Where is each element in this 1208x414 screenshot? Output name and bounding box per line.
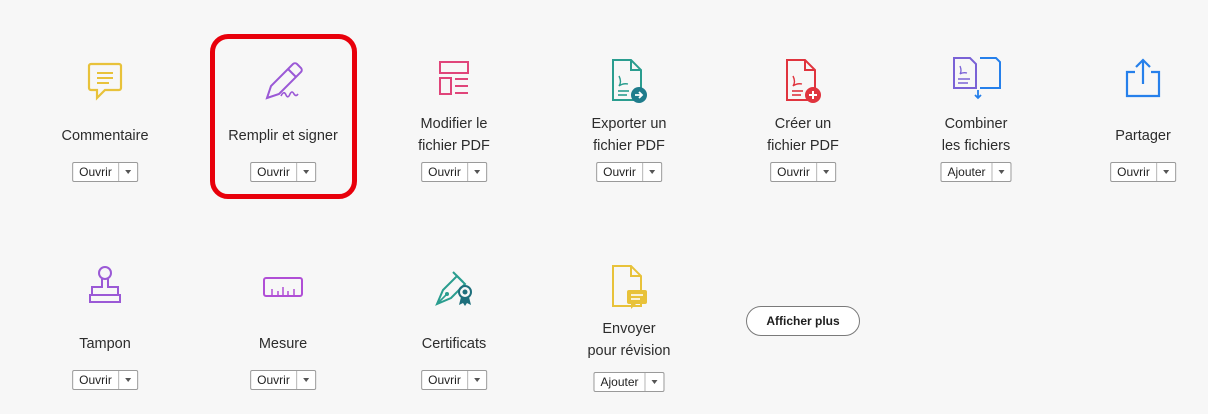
open-button[interactable]: Ouvrir: [597, 163, 642, 181]
tool-label: Commentaire: [61, 128, 149, 144]
open-dropdown[interactable]: Ouvrir: [1110, 162, 1176, 182]
chevron-down-icon[interactable]: [644, 373, 664, 391]
open-button[interactable]: Ouvrir: [771, 163, 816, 181]
comment-icon: [40, 60, 170, 108]
certificates-icon: [389, 264, 519, 312]
tool-label: Exporter un fichier PDF: [591, 116, 667, 154]
highlight-outline: [210, 34, 357, 199]
tool-label: Certificats: [421, 336, 487, 352]
open-dropdown[interactable]: Ouvrir: [72, 370, 138, 390]
chevron-down-icon[interactable]: [466, 163, 486, 181]
measure-icon: [218, 272, 348, 320]
open-button[interactable]: Ouvrir: [1111, 163, 1156, 181]
tool-label: Modifier le fichier PDF: [418, 116, 490, 154]
open-button[interactable]: Ouvrir: [251, 371, 296, 389]
create-pdf-icon: [738, 56, 868, 104]
tool-label: Combiner les fichiers: [941, 116, 1011, 154]
open-dropdown[interactable]: Ouvrir: [250, 370, 316, 390]
tool-label: Tampon: [79, 336, 131, 352]
open-button[interactable]: Ouvrir: [73, 371, 118, 389]
export-pdf-icon: [564, 56, 694, 104]
add-dropdown[interactable]: Ajouter: [593, 372, 665, 392]
add-dropdown[interactable]: Ajouter: [940, 162, 1012, 182]
open-dropdown[interactable]: Ouvrir: [421, 162, 487, 182]
open-dropdown[interactable]: Ouvrir: [72, 162, 138, 182]
tool-label: Créer un fichier PDF: [767, 116, 839, 154]
chevron-down-icon[interactable]: [815, 163, 835, 181]
stamp-icon: [40, 264, 170, 312]
send-review-icon: [564, 262, 694, 310]
open-button[interactable]: Ouvrir: [422, 371, 467, 389]
open-dropdown[interactable]: Ouvrir: [596, 162, 662, 182]
chevron-down-icon[interactable]: [295, 371, 315, 389]
open-button[interactable]: Ouvrir: [73, 163, 118, 181]
chevron-down-icon[interactable]: [641, 163, 661, 181]
chevron-down-icon[interactable]: [991, 163, 1011, 181]
add-button[interactable]: Ajouter: [594, 373, 644, 391]
edit-pdf-icon: [389, 58, 519, 106]
tool-label: Envoyer pour révision: [587, 321, 671, 359]
chevron-down-icon[interactable]: [117, 163, 137, 181]
combine-files-icon: [911, 54, 1041, 102]
chevron-down-icon[interactable]: [1155, 163, 1175, 181]
tool-label: Mesure: [258, 336, 308, 352]
share-icon: [1078, 54, 1208, 102]
chevron-down-icon[interactable]: [117, 371, 137, 389]
open-dropdown[interactable]: Ouvrir: [421, 370, 487, 390]
tool-label: Partager: [1115, 128, 1171, 144]
open-button[interactable]: Ouvrir: [422, 163, 467, 181]
chevron-down-icon[interactable]: [466, 371, 486, 389]
show-more-button[interactable]: Afficher plus: [746, 306, 860, 336]
open-dropdown[interactable]: Ouvrir: [770, 162, 836, 182]
add-button[interactable]: Ajouter: [941, 163, 991, 181]
